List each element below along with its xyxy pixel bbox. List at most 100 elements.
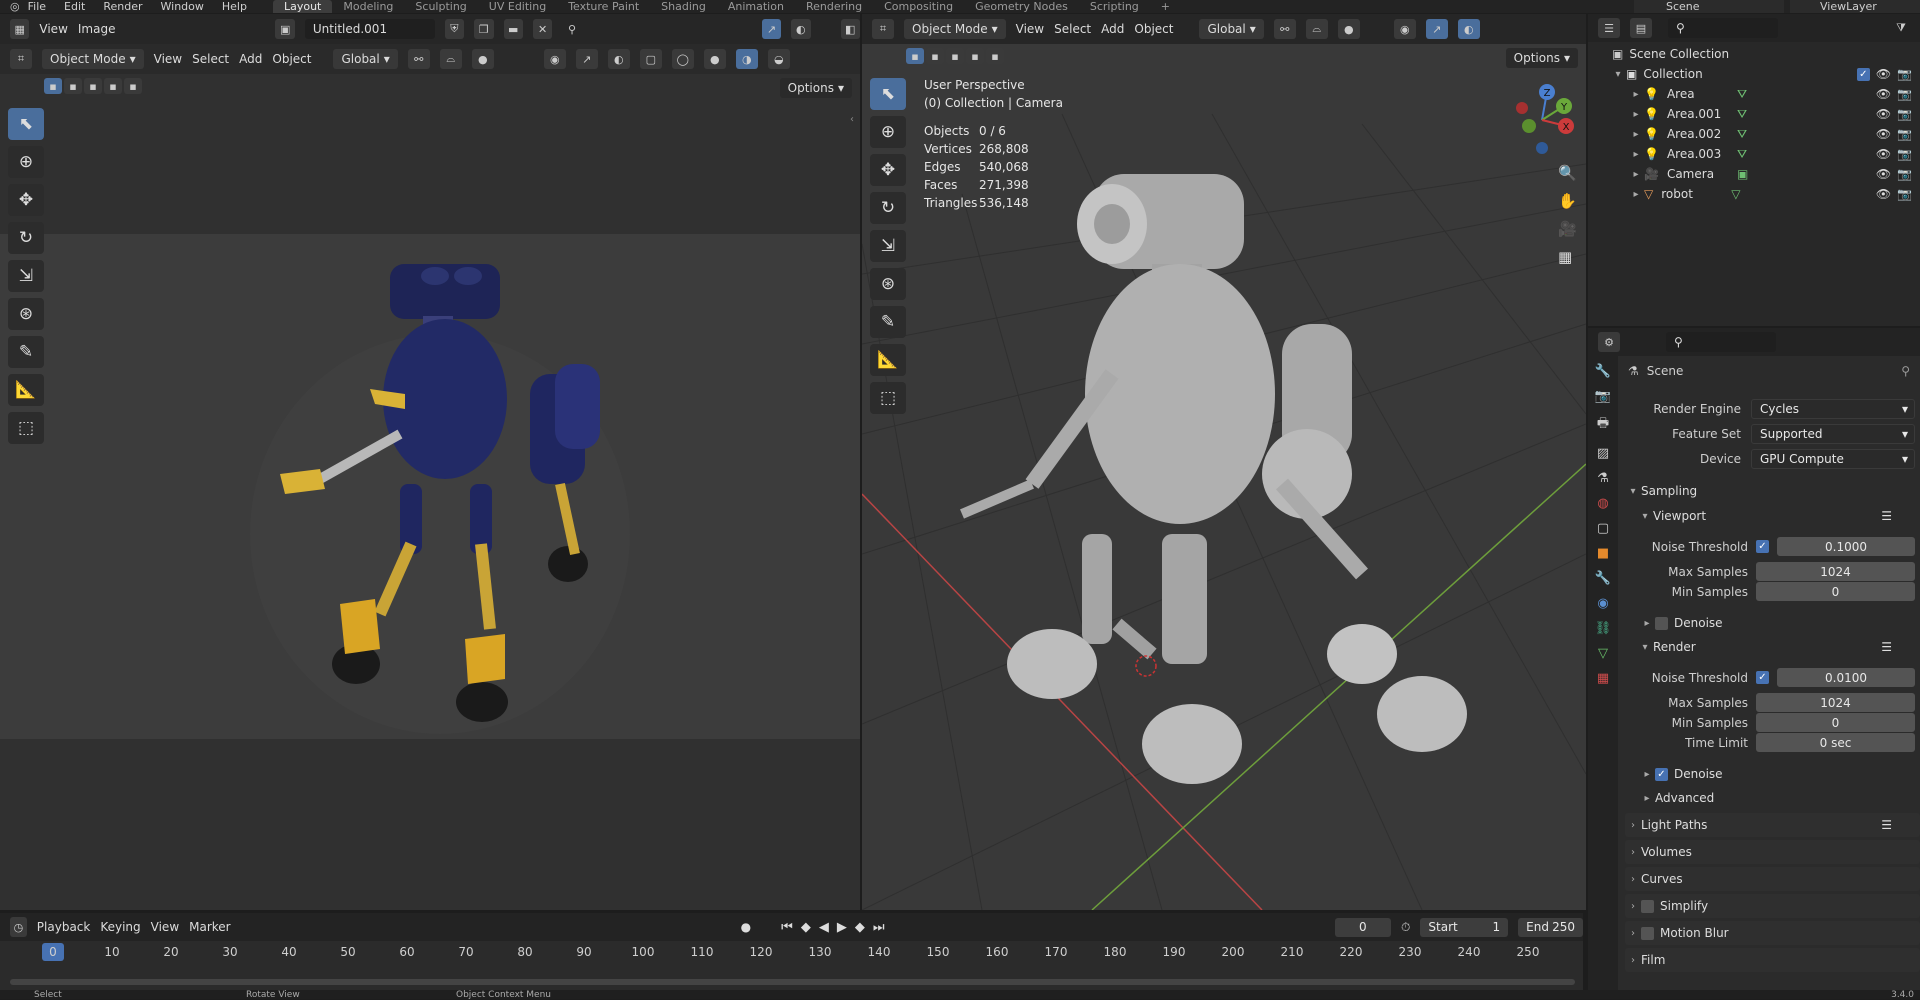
select-subtract-icon[interactable]: ▪ [84,78,102,94]
collapse-arrow-icon[interactable]: ▾ [1610,69,1626,80]
snap-icon[interactable]: ⌓ [439,49,462,69]
pan-hand-icon[interactable]: ✋ [1558,192,1577,210]
stopwatch-icon[interactable]: ⏱ [1401,920,1410,935]
data-tab-icon[interactable]: ▽ [1598,646,1608,661]
expand-arrow-icon[interactable]: ▸ [1628,109,1644,120]
vp-rotate-tool-icon[interactable]: ↻ [870,192,906,224]
expand-arrow-icon[interactable]: ▸ [1628,189,1644,200]
tab-compositing[interactable]: Compositing [873,0,964,13]
simplify-checkbox[interactable] [1641,899,1654,913]
image-browse-icon[interactable]: ▣ [275,19,295,39]
render-tab-icon[interactable]: 📷 [1595,389,1611,404]
options-dropdown[interactable]: Options ▾ [779,78,852,98]
r-min-samples-field[interactable]: 0 [1756,713,1915,732]
curves-panel[interactable]: › Curves [1625,867,1920,891]
tab-uv-editing[interactable]: UV Editing [478,0,557,13]
next-keyframe-icon[interactable]: ◆ [855,920,865,935]
scene-tab-icon[interactable]: ⚗ [1597,471,1609,486]
collection-visibility-icon[interactable]: 👁 [1876,67,1891,81]
visibility-icon[interactable]: ◉ [543,49,566,69]
expand-arrow-icon[interactable]: ▸ [1628,149,1644,160]
outliner-item-robot[interactable]: ▸ ▽ robot ▽ 👁 📷 [1588,184,1920,204]
select-intersect-icon[interactable]: ▪ [124,78,142,94]
expand-arrow-icon[interactable]: ▸ [1628,89,1644,100]
tab-texture-paint[interactable]: Texture Paint [557,0,650,13]
list-icon[interactable]: ☰ [1881,509,1892,523]
light-paths-panel[interactable]: › Light Paths ☰ [1625,813,1920,837]
viewport-snap-icon[interactable]: ⌓ [1305,19,1328,39]
r-denoise-checkbox[interactable]: ✓ [1655,767,1668,781]
material-shading-icon[interactable]: ◑ [735,49,758,69]
add-cube-tool-icon[interactable]: ⬚ [8,412,44,444]
menu-keying[interactable]: Keying [100,920,140,934]
cursor-tool-icon[interactable]: ⊕ [8,146,44,178]
modifier-tab-icon[interactable]: 🔧 [1595,571,1611,586]
play-icon[interactable]: ▶ [837,920,847,935]
menu-object[interactable]: Object [272,52,311,66]
editor-type-icon-2[interactable]: ⌗ [10,49,32,69]
select-extend-icon[interactable]: ▪ [64,78,82,94]
tab-layout[interactable]: Layout [272,0,333,13]
outliner-item-area[interactable]: ▸ 💡 Area ⛛ 👁 📷 [1588,84,1920,104]
outliner-scene-collection[interactable]: ▣ Scene Collection [1588,44,1920,64]
end-frame-field[interactable]: End 250 [1518,917,1584,937]
outliner-editor-type-icon[interactable]: ☰ [1598,18,1620,38]
motion-blur-checkbox[interactable] [1641,926,1654,940]
tab-geometry-nodes[interactable]: Geometry Nodes [964,0,1079,13]
frame-ruler[interactable]: 0 10 20 30 40 50 60 70 80 90 100 110 120… [0,943,1583,963]
object-mode-dropdown[interactable]: Object Mode ▾ [42,49,144,69]
list-icon-2[interactable]: ☰ [1881,640,1892,654]
wireframe-shading-icon[interactable]: ◯ [671,49,694,69]
start-frame-field[interactable]: Start 1 [1420,917,1509,937]
pin-icon[interactable]: ⚲ [562,19,581,39]
item-render-icon[interactable]: 📷 [1897,147,1912,161]
r-time-limit-field[interactable]: 0 sec [1756,733,1915,752]
vp-select-subtract-icon[interactable]: ▪ [946,48,964,64]
item-visibility-icon[interactable]: 👁 [1876,127,1891,141]
add-workspace-icon[interactable]: + [1150,0,1181,13]
simplify-panel[interactable]: › Simplify [1625,894,1920,918]
object-tab-icon[interactable]: ■ [1597,546,1609,561]
scale-tool-icon[interactable]: ⇲ [8,260,44,292]
jump-end-icon[interactable]: ⏭ [873,920,885,935]
display-mode-icon[interactable]: ▤ [1630,18,1652,38]
vp-select-box-tool-icon[interactable]: ⬉ [870,78,906,110]
menu-add[interactable]: Add [239,52,262,66]
menu-select[interactable]: Select [192,52,229,66]
tab-animation[interactable]: Animation [717,0,795,13]
viewport-pivot-icon[interactable]: ⚯ [1273,19,1296,39]
r-noise-threshold-field[interactable]: 0.0100 [1777,668,1915,687]
auto-key-icon[interactable]: ● [741,920,751,934]
item-render-icon[interactable]: 📷 [1897,107,1912,121]
item-visibility-icon[interactable]: 👁 [1876,107,1891,121]
vp-denoise-checkbox[interactable] [1655,616,1668,630]
timeline-editor-type-icon[interactable]: ◷ [10,917,27,937]
menu-help[interactable]: Help [222,0,247,13]
viewport-options-dropdown[interactable]: Options ▾ [1505,48,1578,68]
collection-render-icon[interactable]: 📷 [1897,67,1912,81]
xray-icon[interactable]: ▢ [639,49,662,69]
item-render-icon[interactable]: 📷 [1897,127,1912,141]
r-denoise-row[interactable]: ▸ ✓ Denoise [1625,762,1920,786]
vp-annotate-tool-icon[interactable]: ✎ [870,306,906,338]
viewport-mode-dropdown[interactable]: Object Mode ▾ [904,19,1006,39]
viewport-orientation-dropdown[interactable]: Global ▾ [1199,19,1264,39]
select-new-icon[interactable]: ▪ [44,78,62,94]
viewport-proportional-icon[interactable]: ● [1337,19,1360,39]
unlink-image-icon[interactable]: ✕ [532,19,553,39]
tab-sculpting[interactable]: Sculpting [404,0,477,13]
rotate-tool-icon[interactable]: ↻ [8,222,44,254]
r-noise-threshold-checkbox[interactable]: ✓ [1756,671,1769,684]
device-dropdown[interactable]: GPU Compute ▾ [1751,449,1915,469]
outliner-item-area-003[interactable]: ▸ 💡 Area.003 ⛛ 👁 📷 [1588,144,1920,164]
tab-shading[interactable]: Shading [650,0,717,13]
transform-tool-icon[interactable]: ⊛ [8,298,44,330]
vp-noise-threshold-field[interactable]: 0.1000 [1777,537,1915,556]
vp-noise-threshold-checkbox[interactable]: ✓ [1756,540,1769,553]
output-tab-icon[interactable]: 🖶 [1597,414,1609,436]
menu-view-timeline[interactable]: View [151,920,179,934]
menu-render[interactable]: Render [103,0,142,13]
vp-min-samples-field[interactable]: 0 [1756,582,1915,601]
expand-arrow-icon[interactable]: ▸ [1628,129,1644,140]
item-visibility-icon[interactable]: 👁 [1876,167,1891,181]
